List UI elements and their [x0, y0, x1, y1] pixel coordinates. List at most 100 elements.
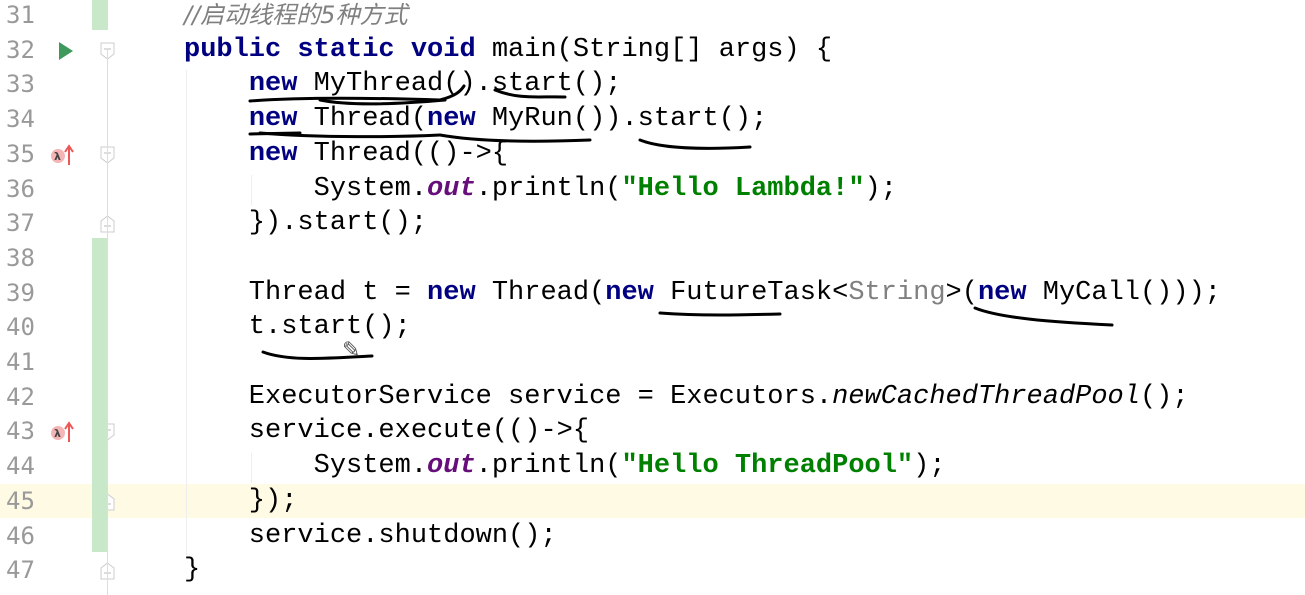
code-token: >( [945, 277, 978, 308]
code-token: "Hello ThreadPool" [621, 451, 914, 482]
code-token: System. [184, 451, 428, 482]
line-number[interactable]: 38 [6, 241, 46, 276]
code-token: new [977, 277, 1027, 308]
code-text: new MyThread().start(); [184, 67, 622, 102]
code-token: out [427, 173, 476, 204]
code-line[interactable]: 35 new Thread(()->{ λ [0, 137, 1305, 172]
code-token: new [248, 138, 298, 169]
code-token: new [248, 69, 298, 100]
line-number[interactable]: 34 [6, 102, 46, 137]
code-token: //启动线程的5种方式 [184, 1, 408, 29]
code-text: Thread t = new Thread(new FutureTask<Str… [184, 276, 1221, 311]
code-text: service.shutdown(); [184, 519, 557, 554]
code-text: ExecutorService service = Executors.newC… [184, 380, 1189, 415]
code-text: }).start(); [184, 206, 427, 241]
code-token: ExecutorService service = Executors. [184, 381, 833, 412]
code-token: new [427, 104, 476, 135]
code-token: .println( [475, 173, 622, 204]
code-token: out [427, 451, 476, 482]
line-number[interactable]: 43 [6, 414, 46, 449]
code-line[interactable]: 47} [0, 553, 1305, 588]
code-line[interactable]: 42 ExecutorService service = Executors.n… [0, 380, 1305, 415]
vcs-change-marker[interactable] [92, 0, 108, 30]
run-icon[interactable] [50, 39, 74, 63]
code-token: String [848, 277, 946, 308]
code-text: } [184, 553, 200, 588]
mouse-cursor-icon: ✎ [342, 338, 361, 363]
code-token: "Hello Lambda!" [621, 173, 865, 204]
svg-text:λ: λ [54, 150, 61, 163]
code-line[interactable]: 44 System.out.println("Hello ThreadPool"… [0, 449, 1305, 484]
line-number[interactable]: 46 [6, 519, 46, 554]
line-number[interactable]: 45 [6, 484, 46, 519]
code-line[interactable]: 36 System.out.println("Hello Lambda!"); [0, 172, 1305, 207]
code-line[interactable]: 40 t.start(); [0, 310, 1305, 345]
line-number[interactable]: 42 [6, 380, 46, 415]
code-token: t.start(); [184, 312, 411, 343]
code-token: ); [864, 173, 897, 204]
line-number[interactable]: 41 [6, 345, 46, 380]
code-line[interactable]: 31 //启动线程的5种方式 [0, 0, 1305, 33]
vcs-change-marker[interactable] [92, 238, 108, 552]
code-line[interactable]: 32 public static void main(String[] args)… [0, 33, 1305, 68]
line-number[interactable]: 44 [6, 449, 46, 484]
code-token: Thread(()->{ [297, 138, 509, 169]
code-token: (); [1139, 381, 1189, 412]
line-number[interactable]: 37 [6, 206, 46, 241]
code-token: Thread( [297, 104, 428, 135]
code-token: service.shutdown(); [184, 520, 557, 551]
code-token: new [427, 277, 476, 308]
code-token: FutureTask< [653, 277, 849, 308]
fold-guide [107, 50, 108, 595]
line-number[interactable]: 35 [6, 137, 46, 172]
line-number[interactable]: 33 [6, 67, 46, 102]
code-text: new Thread(()->{ [184, 137, 508, 172]
code-text: new Thread(new MyRun()).start(); [184, 102, 768, 137]
code-text: }); [184, 484, 298, 519]
code-line[interactable]: 41 [0, 345, 1305, 380]
code-token: Thread( [475, 277, 606, 308]
code-text: t.start(); [184, 310, 411, 345]
code-token: service.execute(()->{ [184, 416, 590, 447]
code-text: System.out.println("Hello Lambda!"); [184, 172, 897, 207]
code-token: public static void [184, 34, 476, 65]
indent-guide [186, 70, 187, 555]
svg-text:λ: λ [54, 427, 61, 440]
code-text: service.execute(()->{ [184, 414, 589, 449]
code-token: new [605, 277, 654, 308]
code-line[interactable]: 39 Thread t = new Thread(new FutureTask<… [0, 276, 1305, 311]
code-line[interactable]: 46 service.shutdown(); [0, 519, 1305, 554]
code-token: main(String[] args) { [475, 34, 833, 65]
code-token: Thread t = [184, 277, 428, 308]
code-text: //启动线程的5种方式 [184, 0, 407, 35]
code-token: System. [184, 173, 428, 204]
code-line[interactable]: 45 }); [0, 483, 1305, 519]
code-token: MyThread().start(); [297, 69, 622, 100]
lambda-override-icon[interactable]: λ [50, 420, 80, 444]
code-line[interactable]: 33 new MyThread().start(); [0, 67, 1305, 102]
line-number[interactable]: 39 [6, 276, 46, 311]
code-token: .println( [475, 451, 622, 482]
code-line[interactable]: 34 new Thread(new MyRun()).start(); [0, 102, 1305, 137]
line-number[interactable]: 31 [6, 0, 46, 33]
code-token: }); [184, 485, 298, 516]
line-number[interactable]: 32 [6, 33, 46, 68]
code-token: ); [913, 451, 946, 482]
indent-guide [251, 453, 252, 483]
code-line[interactable]: 38 [0, 241, 1305, 276]
code-text: public static void main(String[] args) { [184, 33, 832, 68]
line-number[interactable]: 47 [6, 553, 46, 588]
lambda-override-icon[interactable]: λ [50, 143, 80, 167]
code-line[interactable]: 43 service.execute(()->{ λ [0, 414, 1305, 449]
code-token: MyRun()).start(); [475, 104, 768, 135]
line-number[interactable]: 40 [6, 310, 46, 345]
code-token: }).start(); [184, 208, 428, 239]
code-token: newCachedThreadPool [832, 381, 1140, 412]
indent-guide [251, 175, 252, 205]
line-number[interactable]: 36 [6, 172, 46, 207]
code-line[interactable]: 37 }).start(); [0, 206, 1305, 241]
code-token: MyCall())); [1026, 277, 1221, 308]
